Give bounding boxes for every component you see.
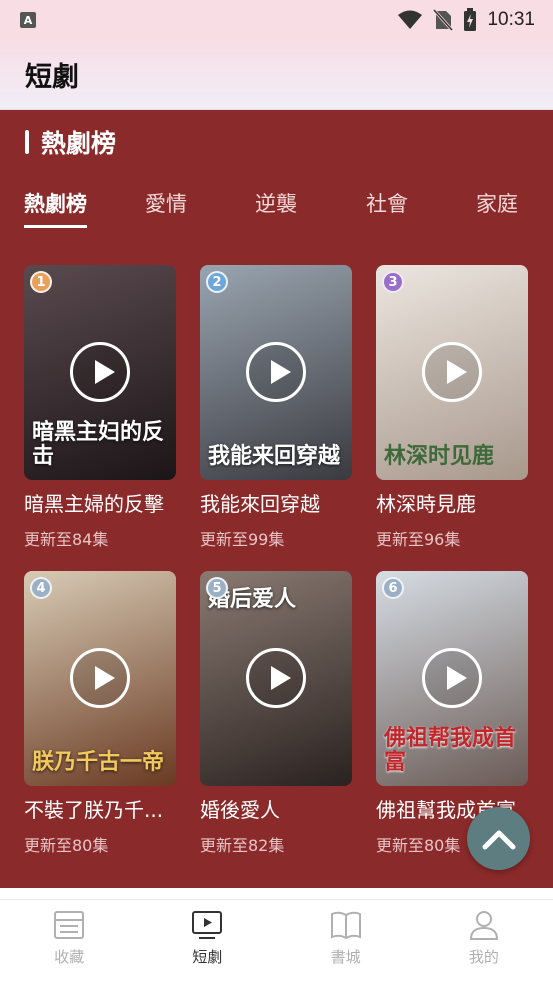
no-sim-icon (433, 9, 454, 31)
drama-poster[interactable]: 婚后爱人 5 (200, 571, 352, 786)
tab-family[interactable]: 家庭 (476, 188, 518, 218)
rank-badge: 2 (206, 271, 228, 293)
nav-label: 短劇 (192, 948, 223, 966)
episode-count: 更新至82集 (200, 836, 285, 855)
play-icon[interactable] (246, 342, 306, 402)
poster-title-art: 婚后爱人 (208, 586, 297, 612)
app-header: 短劇 (0, 40, 553, 110)
page-title: 短劇 (25, 62, 79, 93)
clock: 10:31 (487, 9, 535, 30)
bottom-nav: 收藏 短劇 書城 我的 (0, 899, 553, 983)
scroll-to-top-button[interactable] (467, 807, 530, 870)
wifi-icon (398, 10, 423, 29)
episode-count: 更新至96集 (376, 530, 461, 549)
nav-profile[interactable]: 我的 (415, 900, 553, 983)
category-tabs: 熱劇榜 愛情 逆襲 社會 家庭 (0, 188, 553, 232)
episode-count: 更新至84集 (24, 530, 109, 549)
drama-poster[interactable]: 我能来回穿越 2 (200, 265, 352, 480)
play-icon[interactable] (70, 342, 130, 402)
episode-count: 更新至80集 (24, 836, 109, 855)
drama-title[interactable]: 林深時見鹿 (376, 488, 528, 517)
drama-title[interactable]: 我能來回穿越 (200, 488, 352, 517)
nav-label: 收藏 (54, 948, 85, 966)
drama-card[interactable]: 朕乃千古一帝 4 不裝了朕乃千... 更新至80集 (24, 571, 176, 856)
poster-title-art: 我能来回穿越 (208, 442, 341, 469)
section-title: 熱劇榜 (41, 129, 117, 158)
poster-title-art: 朕乃千古一帝 (32, 748, 165, 775)
drama-poster[interactable]: 朕乃千古一帝 4 (24, 571, 176, 786)
nav-label: 書城 (330, 948, 361, 966)
chevron-up-icon (482, 830, 515, 849)
tv-play-icon (192, 911, 223, 939)
rank-badge: 4 (30, 577, 52, 599)
nav-bookstore[interactable]: 書城 (277, 900, 415, 983)
poster-title-art: 暗黑主妇的反击 (32, 418, 165, 469)
drama-title[interactable]: 婚後愛人 (200, 794, 352, 823)
hot-drama-panel: 熱劇榜 熱劇榜 愛情 逆襲 社會 家庭 暗黑主妇的反击 1 暗黑主婦的反擊 更新… (0, 110, 553, 888)
tab-society[interactable]: 社會 (366, 188, 408, 218)
section-accent-bar (25, 130, 29, 154)
person-icon (469, 911, 498, 940)
drama-card[interactable]: 我能来回穿越 2 我能來回穿越 更新至99集 (200, 265, 352, 550)
drama-title[interactable]: 暗黑主婦的反擊 (24, 488, 176, 517)
app-notification-icon: A (20, 12, 36, 28)
status-bar: A 10:31 (0, 0, 553, 40)
episode-count: 更新至99集 (200, 530, 285, 549)
tab-comeback[interactable]: 逆襲 (255, 188, 297, 218)
rank-badge: 3 (382, 271, 404, 293)
drama-title[interactable]: 不裝了朕乃千... (24, 794, 176, 823)
tab-romance[interactable]: 愛情 (145, 188, 187, 218)
poster-title-art: 佛祖帮我成首富 (384, 724, 517, 775)
rank-badge: 5 (206, 577, 228, 599)
drama-card[interactable]: 暗黑主妇的反击 1 暗黑主婦的反擊 更新至84集 (24, 265, 176, 550)
poster-title-art: 林深时见鹿 (384, 442, 495, 469)
section-header: 熱劇榜 (25, 124, 116, 160)
drama-poster[interactable]: 林深时见鹿 3 (376, 265, 528, 480)
drama-card[interactable]: 婚后爱人 5 婚後愛人 更新至82集 (200, 571, 352, 856)
nav-short-drama[interactable]: 短劇 (138, 900, 276, 983)
drama-card[interactable]: 林深时见鹿 3 林深時見鹿 更新至96集 (376, 265, 528, 550)
battery-charging-icon (464, 8, 477, 31)
play-icon[interactable] (246, 648, 306, 708)
drama-poster[interactable]: 佛祖帮我成首富 6 (376, 571, 528, 786)
nav-label: 我的 (468, 948, 499, 966)
play-icon[interactable] (422, 648, 482, 708)
play-icon[interactable] (422, 342, 482, 402)
rank-badge: 6 (382, 577, 404, 599)
tab-hot[interactable]: 熱劇榜 (24, 188, 87, 228)
list-icon (54, 911, 85, 939)
nav-favorites[interactable]: 收藏 (0, 900, 138, 983)
book-icon (330, 911, 361, 940)
play-icon[interactable] (70, 648, 130, 708)
drama-poster[interactable]: 暗黑主妇的反击 1 (24, 265, 176, 480)
rank-badge: 1 (30, 271, 52, 293)
